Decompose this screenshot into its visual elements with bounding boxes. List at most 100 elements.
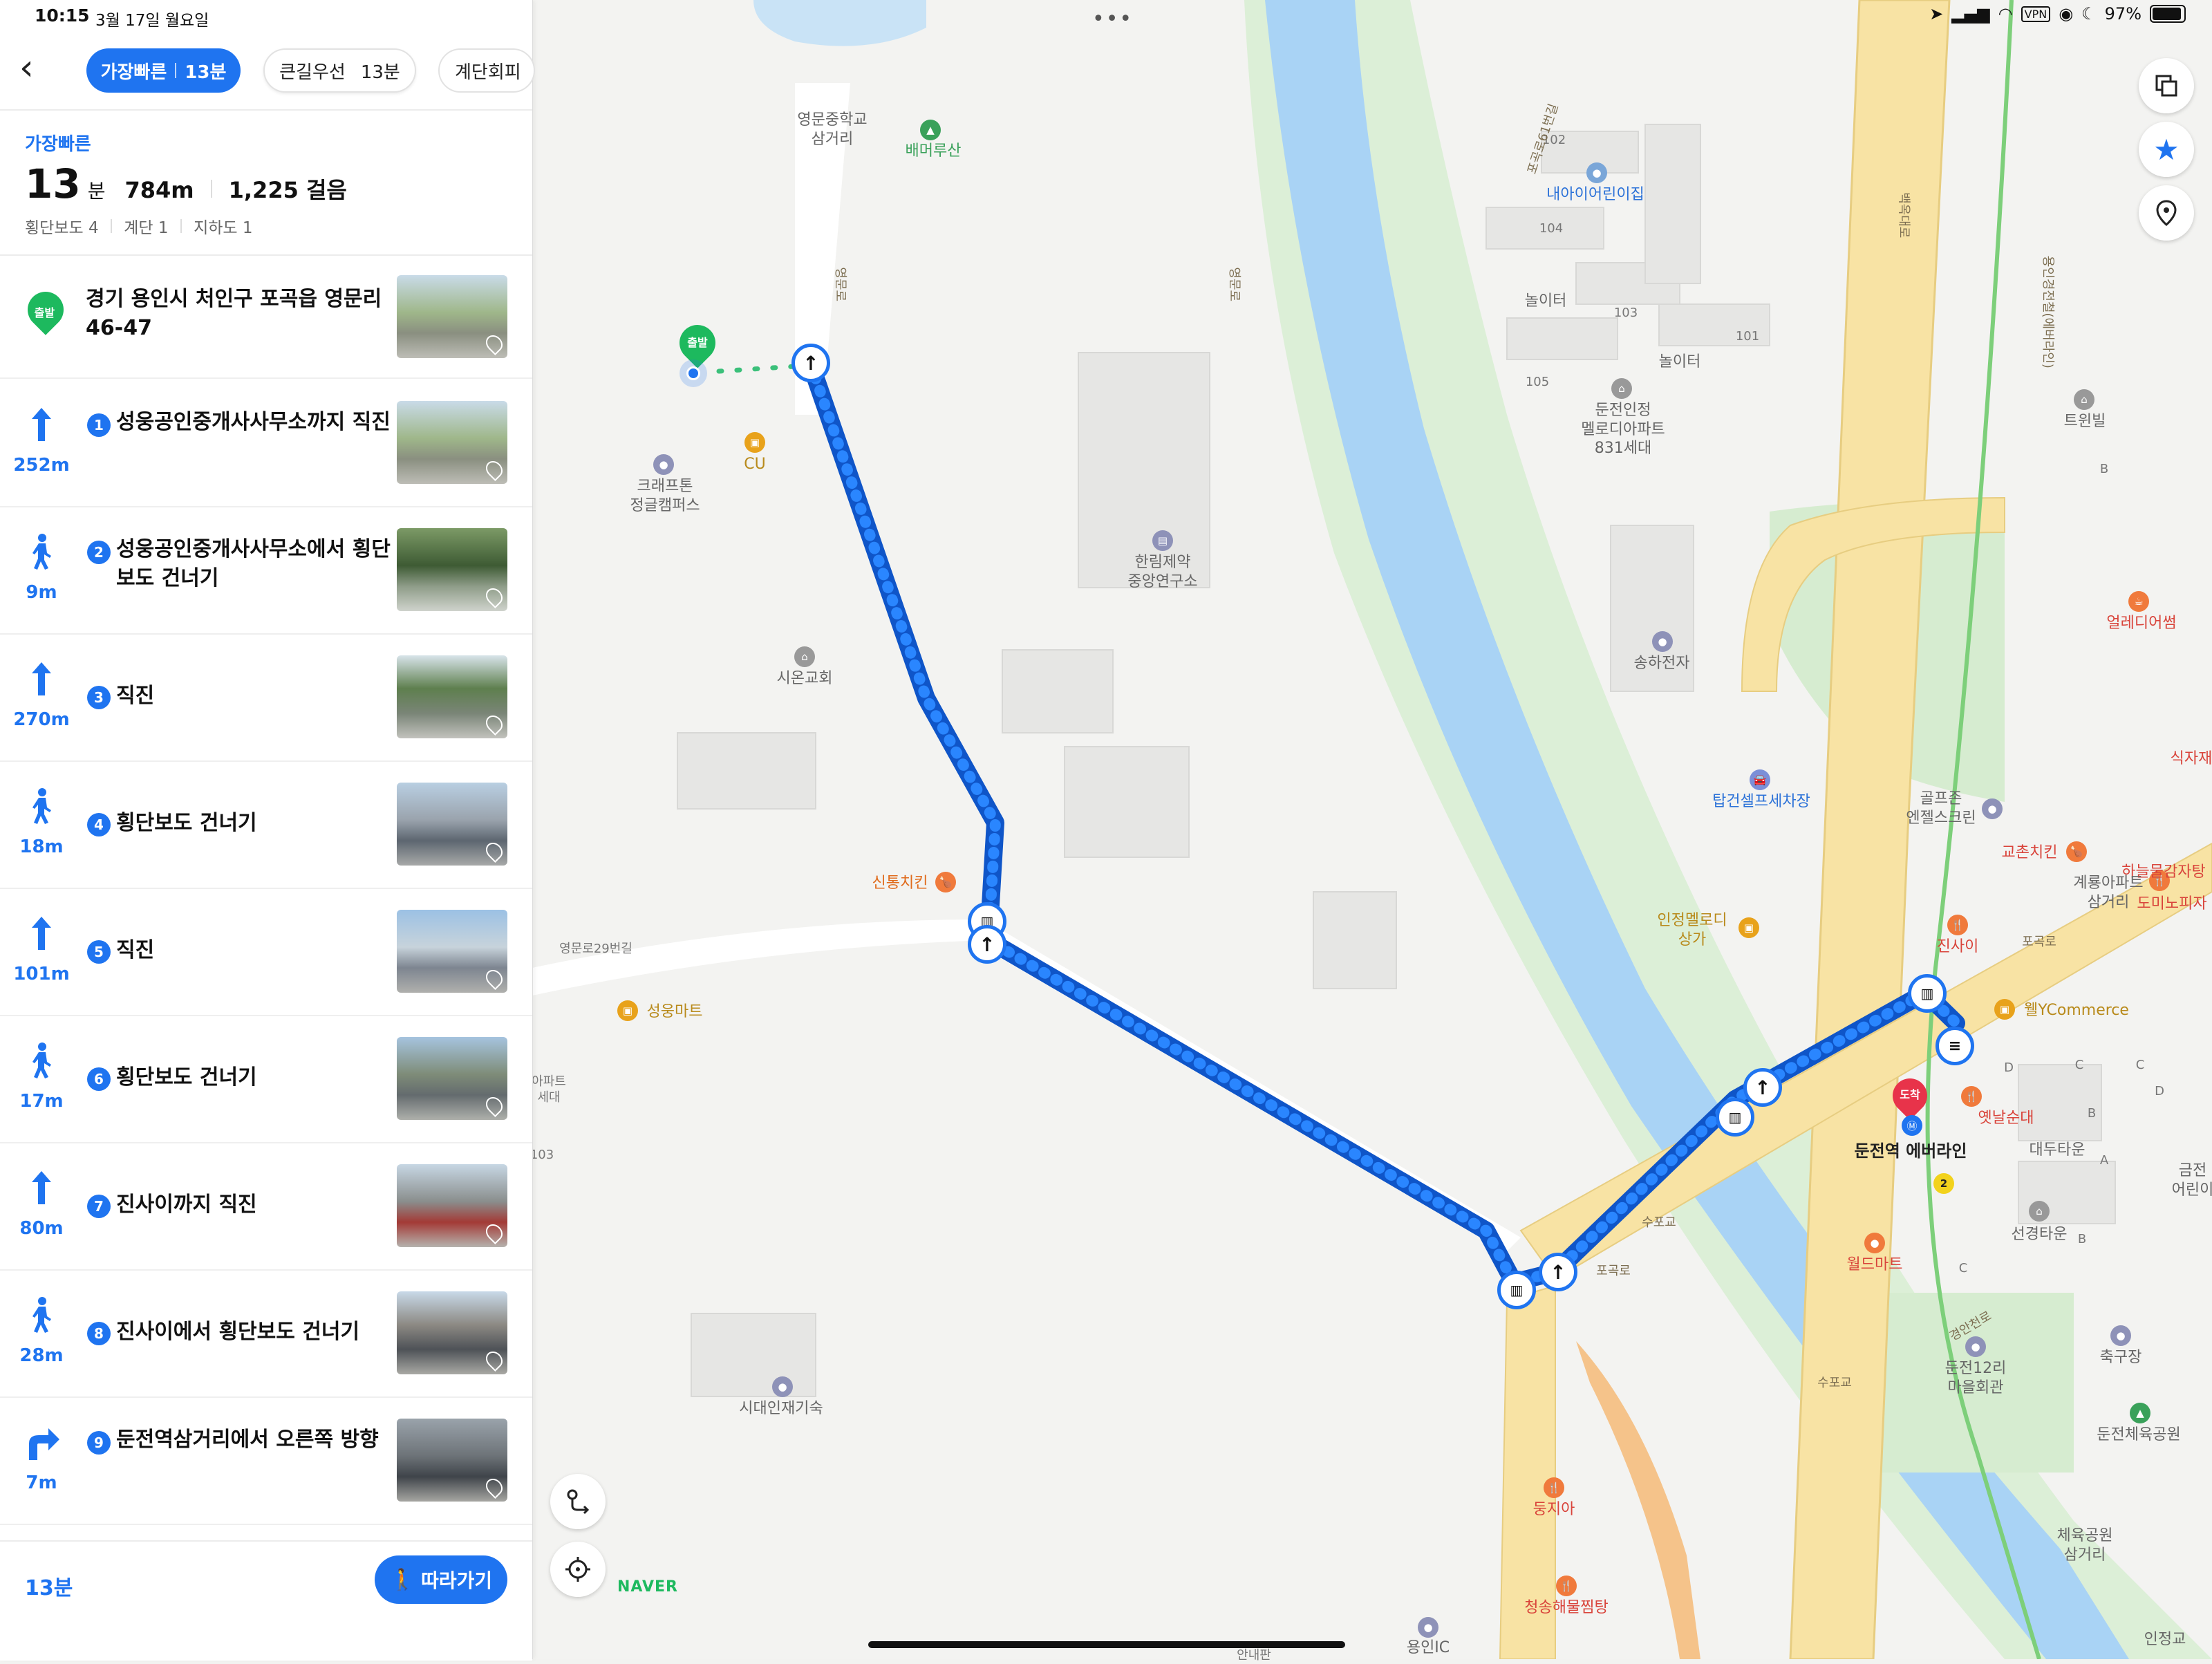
street-view-thumbnail[interactable]	[397, 1164, 507, 1247]
mart-icon[interactable]: ●	[1864, 1233, 1885, 1253]
route-waypoint-arrow[interactable]: ↑	[791, 344, 830, 382]
tab-label: 가장빠른	[100, 62, 167, 83]
shopping-icon[interactable]: ▣	[1738, 917, 1759, 938]
tab-avoid-stairs[interactable]: 계단회피	[438, 48, 535, 93]
subway-station-icon[interactable]: Ⓜ	[1902, 1115, 1922, 1136]
map-label-hanlim: 한림제약 중앙연구소	[1127, 554, 1198, 590]
start-marker-label: 출발	[687, 336, 708, 349]
route-waypoint-stairs[interactable]: ≡	[1936, 1027, 1974, 1065]
street-view-thumbnail[interactable]	[397, 528, 507, 611]
step-instruction: 성웅공인중개사사무소에서 횡단보도 건너기	[116, 537, 391, 590]
step-row[interactable]: 18m 4 횡단보도 건너기	[0, 760, 532, 889]
location-pin-button[interactable]	[2139, 185, 2194, 241]
summary-divider	[180, 219, 182, 233]
home-indicator[interactable]	[868, 1641, 1345, 1648]
step-row[interactable]: 7m 9 둔전역삼거리에서 오른쪽 방향	[0, 1396, 532, 1525]
route-waypoint-arrow[interactable]: ↑	[1743, 1068, 1782, 1107]
layers-button[interactable]	[2139, 58, 2194, 113]
map-label-letter: C	[2135, 1058, 2145, 1072]
street-view-thumbnail[interactable]	[397, 1291, 507, 1374]
summary-steps: 1,225 걸음	[228, 177, 347, 203]
bottom-bar: 13분 🚶 따라가기	[0, 1540, 532, 1661]
current-location-center	[686, 366, 700, 380]
step-row[interactable]: 101m 5 직진	[0, 888, 532, 1016]
step-instruction: 둔전역삼거리에서 오른쪽 방향	[116, 1428, 379, 1452]
route-waypoint-arrow[interactable]: ↑	[968, 925, 1006, 964]
school-icon[interactable]: ▲	[920, 120, 941, 140]
route-waypoint-arrow[interactable]: ↑	[1539, 1253, 1577, 1291]
step-instruction: 횡단보도 건너기	[116, 811, 257, 835]
street-view-thumbnail[interactable]	[397, 1037, 507, 1120]
hall-icon[interactable]: ●	[1965, 1336, 1986, 1357]
golf-icon[interactable]: ●	[1982, 798, 2003, 819]
park-icon[interactable]: ▲	[2130, 1403, 2150, 1423]
map-label-youngmunro: 영문로	[1227, 267, 1242, 302]
company-icon[interactable]: ●	[1652, 631, 1673, 652]
step-row[interactable]: 9m 2 성웅공인중개사사무소에서 횡단보도 건너기	[0, 506, 532, 635]
street-view-thumbnail[interactable]	[397, 401, 507, 484]
route-options-button[interactable]	[550, 1474, 606, 1529]
my-location-button[interactable]	[550, 1542, 606, 1597]
shopping-icon[interactable]: ▣	[617, 1000, 638, 1021]
soccer-field-icon[interactable]: ●	[2110, 1325, 2131, 1346]
lab-icon[interactable]: ▤	[1152, 530, 1173, 551]
street-view-thumbnail[interactable]	[397, 275, 507, 358]
step-instruction: 진사이에서 횡단보도 건너기	[116, 1320, 360, 1344]
restaurant-icon[interactable]: 🍴	[1544, 1477, 1564, 1498]
apartment-icon[interactable]: ⌂	[1611, 378, 1632, 399]
map-label-injeong-sangga: 인정멜로디 상가	[1657, 912, 1727, 948]
step-row[interactable]: 252m 1 성웅공인중개사사무소까지 직진	[0, 379, 532, 507]
map-label-kyochon: 교촌치킨	[2001, 844, 2058, 861]
car-wash-icon[interactable]: 🚘	[1750, 769, 1770, 790]
restaurant-icon[interactable]: 🍴	[1961, 1086, 1982, 1107]
map-label-eldisum: 얼레디어썸	[2106, 615, 2177, 632]
academy-icon[interactable]: ●	[772, 1376, 793, 1397]
chicken-restaurant-icon[interactable]: 🍗	[2066, 841, 2087, 862]
street-view-thumbnail[interactable]	[397, 655, 507, 738]
building-icon[interactable]: ⌂	[2074, 389, 2094, 410]
multitask-dots-icon[interactable]: •••	[1092, 7, 1133, 31]
street-view-thumbnail[interactable]	[397, 783, 507, 866]
map-label-apt-105: 105	[1525, 375, 1550, 389]
street-view-thumbnail[interactable]	[397, 910, 507, 993]
favorite-button[interactable]: ★	[2139, 122, 2194, 177]
start-row[interactable]: 출발 경기 용인시 처인구 포곡읍 영문리 46-47	[0, 256, 532, 379]
convenience-store-icon[interactable]: ▣	[744, 432, 765, 453]
step-row[interactable]: 17m 6 횡단보도 건너기	[0, 1015, 532, 1143]
apartment-icon[interactable]: ⌂	[2029, 1201, 2050, 1222]
step-row[interactable]: 80m 7 진사이까지 직진	[0, 1142, 532, 1271]
street-view-pin-icon	[482, 966, 506, 990]
cafe-icon[interactable]: ☕	[2128, 591, 2149, 612]
summary-divider	[110, 219, 112, 233]
map-label-craftone: 크래프톤 정글캠퍼스	[630, 478, 700, 514]
shopping-icon[interactable]: ▣	[1994, 999, 2015, 1020]
tab-main-road[interactable]: 큰길우선 13분	[263, 48, 416, 93]
office-icon[interactable]: ●	[653, 454, 674, 475]
street-view-pin-icon	[482, 458, 506, 481]
back-button[interactable]: ‹	[19, 50, 47, 88]
map-label-daedoo: 대두타운	[2029, 1141, 2086, 1159]
chicken-restaurant-icon[interactable]: 🍗	[935, 872, 956, 892]
route-waypoint-crosswalk[interactable]: ▥	[1497, 1271, 1536, 1309]
map-label-letter: D	[2004, 1060, 2014, 1075]
step-row[interactable]: 270m 3 직진	[0, 633, 532, 762]
map-label-songha: 송하전자	[1633, 655, 1690, 672]
street-view-thumbnail[interactable]	[397, 1419, 507, 1502]
tab-label: 계단회피	[455, 62, 521, 83]
route-icon	[567, 1489, 590, 1515]
route-waypoint-crosswalk[interactable]: ▥	[1908, 974, 1947, 1013]
tab-fastest[interactable]: 가장빠른 13분	[86, 48, 241, 93]
restaurant-icon[interactable]: 🍴	[1947, 915, 1968, 935]
restaurant-icon[interactable]: 🍴	[1556, 1576, 1577, 1596]
follow-button[interactable]: 🚶 따라가기	[375, 1555, 507, 1604]
map-label-dunjeon-melody-apt: 둔전인정 멜로디아파트 831세대	[1581, 402, 1665, 457]
step-number: 4	[87, 813, 111, 836]
step-row[interactable]: 28m 8 진사이에서 횡단보도 건너기	[0, 1269, 532, 1398]
daycare-icon[interactable]: ●	[1586, 162, 1607, 183]
route-waypoint-crosswalk[interactable]: ▥	[1716, 1098, 1754, 1137]
map-label-letter: D	[2155, 1084, 2164, 1099]
church-icon[interactable]: ⌂	[794, 646, 815, 667]
map-label-lightrail: 용인경전철(에버라인)	[2040, 255, 2055, 368]
interchange-icon[interactable]: ●	[1418, 1617, 1438, 1638]
map-label-sion-church: 시온교회	[776, 670, 833, 687]
